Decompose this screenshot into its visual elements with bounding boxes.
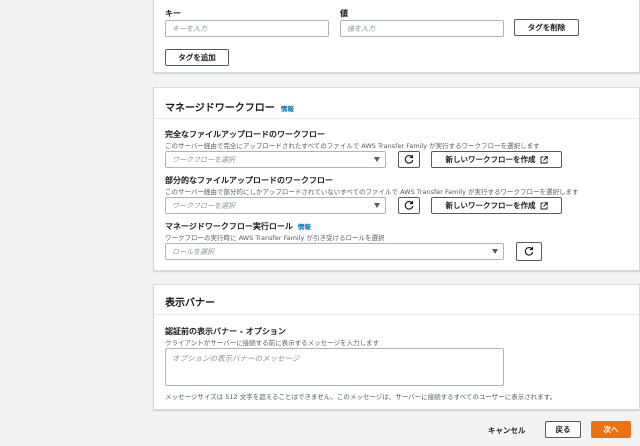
role-info-link[interactable]: 情報 bbox=[298, 221, 311, 231]
complete-workflow-select[interactable]: ワークフローを選択 bbox=[165, 151, 386, 168]
caret-down-icon bbox=[374, 157, 380, 162]
next-label: 次へ bbox=[603, 425, 619, 434]
external-link-icon bbox=[540, 201, 548, 209]
cancel-button[interactable]: キャンセル bbox=[488, 425, 526, 436]
create-partial-workflow-label: 新しいワークフローを作成 bbox=[445, 201, 536, 210]
refresh-role-button[interactable] bbox=[516, 242, 542, 261]
complete-workflow-label: 完全なファイルアップロードのワークフロー bbox=[165, 130, 325, 139]
banner-constraint-text: メッセージサイズは 512 文字を超えることはできません。このメッセージは、サー… bbox=[165, 393, 557, 401]
next-button[interactable]: 次へ bbox=[591, 421, 631, 438]
refresh-icon bbox=[404, 200, 414, 210]
complete-workflow-description: このサーバー経由で完全にアップロードされたすべてのファイルで AWS Trans… bbox=[165, 142, 540, 150]
create-complete-workflow-label: 新しいワークフローを作成 bbox=[445, 155, 536, 164]
partial-workflow-description: このサーバー経由で部分的にしかアップロードされていないすべてのファイルで AWS… bbox=[165, 188, 579, 196]
refresh-complete-button[interactable] bbox=[398, 151, 420, 168]
create-partial-workflow-button[interactable]: 新しいワークフローを作成 bbox=[431, 197, 562, 214]
banner-label: 認証前の表示バナー - オプション bbox=[165, 327, 286, 336]
partial-workflow-select[interactable]: ワークフローを選択 bbox=[165, 197, 386, 214]
remove-tag-label: タグを削除 bbox=[527, 23, 566, 32]
value-label: 値 bbox=[340, 9, 348, 18]
banner-divider bbox=[154, 314, 639, 315]
remove-tag-button[interactable]: タグを削除 bbox=[514, 19, 579, 36]
refresh-partial-button[interactable] bbox=[398, 197, 420, 214]
refresh-icon bbox=[404, 154, 414, 164]
key-label: キー bbox=[165, 9, 181, 18]
tags-panel: キー 値 キーを入力 値を入力 タグを削除 タグを追加 bbox=[153, 0, 640, 73]
role-select[interactable]: ロールを選択 bbox=[165, 243, 504, 260]
role-description: ワークフローの実行時に AWS Transfer Family が引き受けるロー… bbox=[165, 234, 385, 242]
refresh-icon bbox=[524, 246, 534, 256]
add-tag-label: タグを追加 bbox=[178, 53, 216, 62]
back-label: 戻る bbox=[555, 425, 571, 434]
banner-message-textarea[interactable]: オプションの表示バナーのメッセージ bbox=[165, 348, 504, 386]
managed-workflow-title: マネージドワークフロー bbox=[165, 103, 275, 114]
complete-workflow-select-value: ワークフローを選択 bbox=[172, 156, 235, 164]
create-complete-workflow-button[interactable]: 新しいワークフローを作成 bbox=[431, 151, 562, 168]
caret-down-icon bbox=[374, 203, 380, 208]
managed-workflow-header: マネージドワークフロー 情報 bbox=[165, 99, 294, 114]
partial-workflow-select-value: ワークフローを選択 bbox=[172, 202, 235, 210]
header-divider bbox=[154, 118, 639, 119]
key-input[interactable]: キーを入力 bbox=[165, 20, 329, 37]
banner-description: クライアントがサーバーに接続する前に表示するメッセージを入力します bbox=[165, 339, 380, 347]
managed-workflow-panel: マネージドワークフロー 情報 完全なファイルアップロードのワークフロー このサー… bbox=[153, 87, 640, 271]
value-input[interactable]: 値を入力 bbox=[340, 20, 504, 37]
caret-down-icon bbox=[492, 249, 498, 254]
partial-workflow-label: 部分的なファイルアップロードのワークフロー bbox=[165, 176, 333, 185]
display-banner-panel: 表示バナー 認証前の表示バナー - オプション クライアントがサーバーに接続する… bbox=[153, 284, 640, 410]
back-button[interactable]: 戻る bbox=[545, 421, 581, 438]
role-select-value: ロールを選択 bbox=[172, 248, 214, 256]
display-banner-title: 表示バナー bbox=[165, 298, 215, 309]
role-label-row: マネージドワークフロー実行ロール 情報 bbox=[165, 221, 311, 232]
role-label: マネージドワークフロー実行ロール bbox=[165, 222, 293, 231]
managed-workflow-info-link[interactable]: 情報 bbox=[281, 103, 294, 113]
external-link-icon bbox=[540, 155, 548, 163]
add-tag-button[interactable]: タグを追加 bbox=[165, 49, 229, 66]
